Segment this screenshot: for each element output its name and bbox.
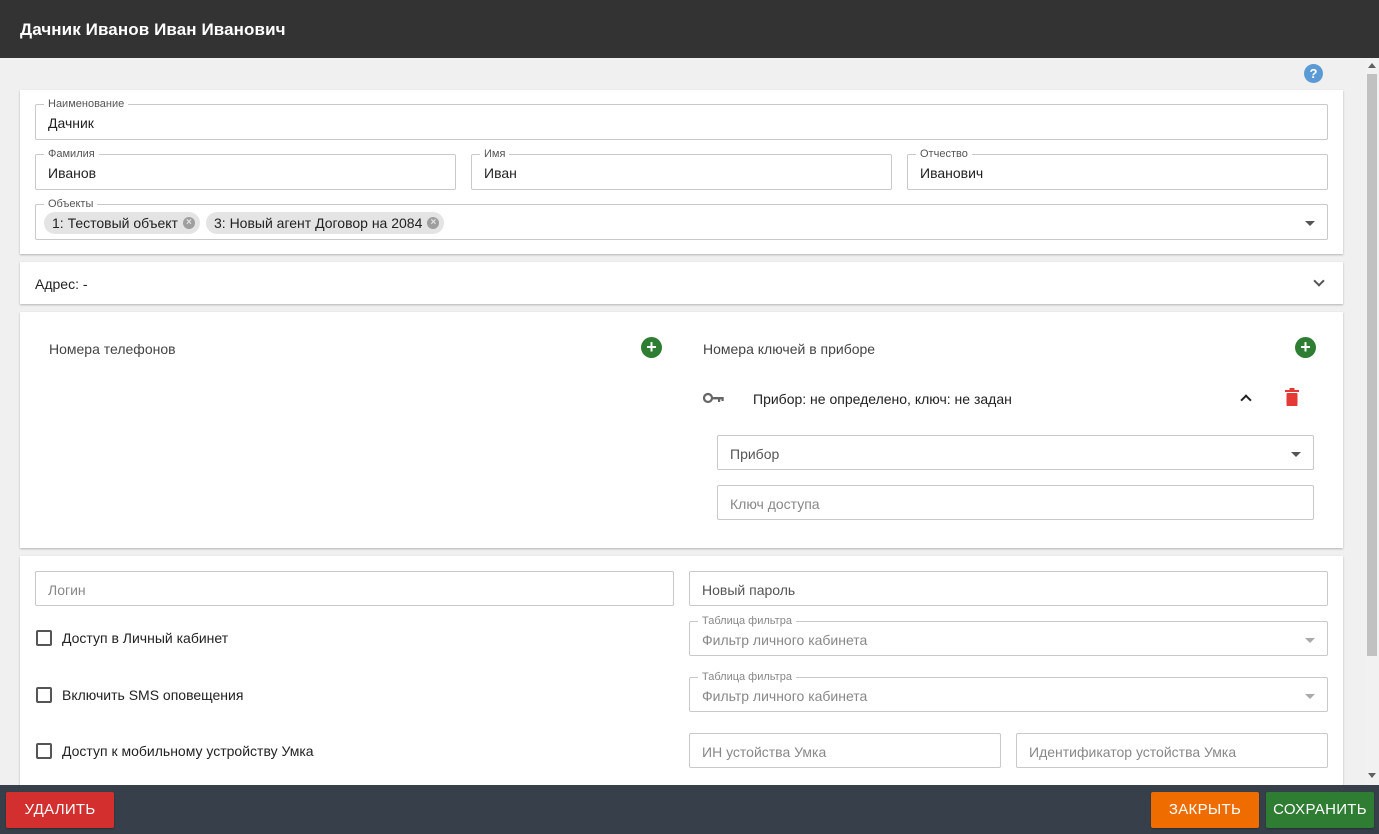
key-icon xyxy=(703,392,724,404)
account-card: Логин Новый пароль Доступ в Личный кабин… xyxy=(20,556,1343,785)
address-label: Адрес: - xyxy=(35,276,88,292)
chevron-down-icon[interactable] xyxy=(1305,221,1315,226)
key-item-text: Прибор: не определено, ключ: не задан xyxy=(753,391,1012,407)
first-name-value: Иван xyxy=(484,165,517,181)
trash-icon[interactable] xyxy=(1285,388,1299,406)
mobile-access-checkbox[interactable] xyxy=(36,743,52,759)
help-icon[interactable]: ? xyxy=(1304,64,1323,83)
phones-label: Номера телефонов xyxy=(49,341,176,357)
sms-checkbox[interactable] xyxy=(36,687,52,703)
access-key-input[interactable]: Ключ доступа xyxy=(717,485,1314,520)
general-card: Наименование Дачник Фамилия Иванов Имя И… xyxy=(20,90,1343,254)
object-chip-label: 3: Новый агент Договор на 2084 xyxy=(214,215,423,231)
objects-select[interactable]: Объекты 1: Тестовый объект × 3: Новый аг… xyxy=(35,197,1328,240)
device-select[interactable]: Прибор xyxy=(717,435,1314,470)
delete-button[interactable]: УДАЛИТЬ xyxy=(6,792,114,828)
chevron-down-icon[interactable] xyxy=(1313,275,1325,287)
chevron-down-icon[interactable] xyxy=(1305,638,1315,643)
filter-table-label: Таблица фильтра xyxy=(698,614,796,628)
last-name-value: Иванов xyxy=(48,165,97,181)
title-bar: Дачник Иванов Иван Иванович xyxy=(0,0,1379,58)
name-label: Наименование xyxy=(44,97,129,111)
mobile-access-label: Доступ к мобильному устройству Умка xyxy=(62,743,314,759)
name-value: Дачник xyxy=(48,115,94,131)
filter-placeholder: Фильтр личного кабинета xyxy=(702,688,868,704)
chevron-down-icon[interactable] xyxy=(1291,452,1301,457)
device-placeholder: Прибор xyxy=(730,446,780,462)
scrollbar-thumb[interactable] xyxy=(1367,74,1377,656)
chevron-down-icon[interactable] xyxy=(1305,694,1315,699)
last-name-label: Фамилия xyxy=(44,147,99,161)
chevron-up-icon[interactable] xyxy=(1240,394,1252,406)
umka-id-input[interactable]: Идентификатор устойства Умка xyxy=(1016,733,1328,768)
filter-select-1[interactable]: Таблица фильтра Фильтр личного кабинета xyxy=(689,614,1328,656)
umka-in-placeholder: ИН устойства Умка xyxy=(702,744,827,760)
save-button[interactable]: СОХРАНИТЬ xyxy=(1266,792,1374,828)
address-card[interactable]: Адрес: - xyxy=(20,262,1343,304)
objects-label: Объекты xyxy=(44,197,98,211)
keys-label: Номера ключей в приборе xyxy=(703,341,876,357)
object-chip: 3: Новый агент Договор на 2084 × xyxy=(206,212,445,234)
first-name-label: Имя xyxy=(480,147,510,161)
middle-name-field[interactable]: Отчество Иванович xyxy=(907,147,1328,190)
cabinet-access-checkbox[interactable] xyxy=(36,630,52,646)
object-chip: 1: Тестовый объект × xyxy=(44,212,200,234)
middle-name-value: Иванович xyxy=(920,165,984,181)
name-field[interactable]: Наименование Дачник xyxy=(35,97,1328,140)
form-content: ? Наименование Дачник Фамилия Иванов Имя… xyxy=(0,58,1365,785)
umka-in-input[interactable]: ИН устойства Умка xyxy=(689,733,1001,768)
filter-placeholder: Фильтр личного кабинета xyxy=(702,632,868,648)
login-placeholder: Логин xyxy=(48,582,86,598)
close-circle-icon[interactable]: × xyxy=(182,217,195,229)
object-chip-label: 1: Тестовый объект xyxy=(52,215,178,231)
first-name-field[interactable]: Имя Иван xyxy=(471,147,892,190)
plus-circle-icon[interactable]: + xyxy=(641,337,662,358)
phones-keys-card: Номера телефонов + Номера ключей в прибо… xyxy=(20,312,1343,548)
sms-label: Включить SMS оповещения xyxy=(62,687,244,703)
filter-select-2[interactable]: Таблица фильтра Фильтр личного кабинета xyxy=(689,670,1328,712)
close-button[interactable]: ЗАКРЫТЬ xyxy=(1151,792,1259,828)
umka-id-placeholder: Идентификатор устойства Умка xyxy=(1029,744,1237,760)
new-password-input[interactable]: Новый пароль xyxy=(689,571,1328,606)
window-title: Дачник Иванов Иван Иванович xyxy=(20,20,286,39)
footer-bar: УДАЛИТЬ ЗАКРЫТЬ СОХРАНИТЬ xyxy=(0,785,1379,834)
plus-circle-icon[interactable]: + xyxy=(1295,337,1316,358)
filter-table-label: Таблица фильтра xyxy=(698,670,796,684)
scroll-down-arrow-icon[interactable] xyxy=(1368,773,1376,778)
cabinet-access-label: Доступ в Личный кабинет xyxy=(62,630,229,646)
access-key-placeholder: Ключ доступа xyxy=(730,496,820,512)
new-password-placeholder: Новый пароль xyxy=(702,582,796,598)
middle-name-label: Отчество xyxy=(916,147,972,161)
close-circle-icon[interactable]: × xyxy=(427,217,440,229)
last-name-field[interactable]: Фамилия Иванов xyxy=(35,147,456,190)
vertical-scrollbar[interactable] xyxy=(1365,58,1379,785)
scroll-up-arrow-icon[interactable] xyxy=(1368,63,1376,68)
login-input[interactable]: Логин xyxy=(35,571,674,606)
